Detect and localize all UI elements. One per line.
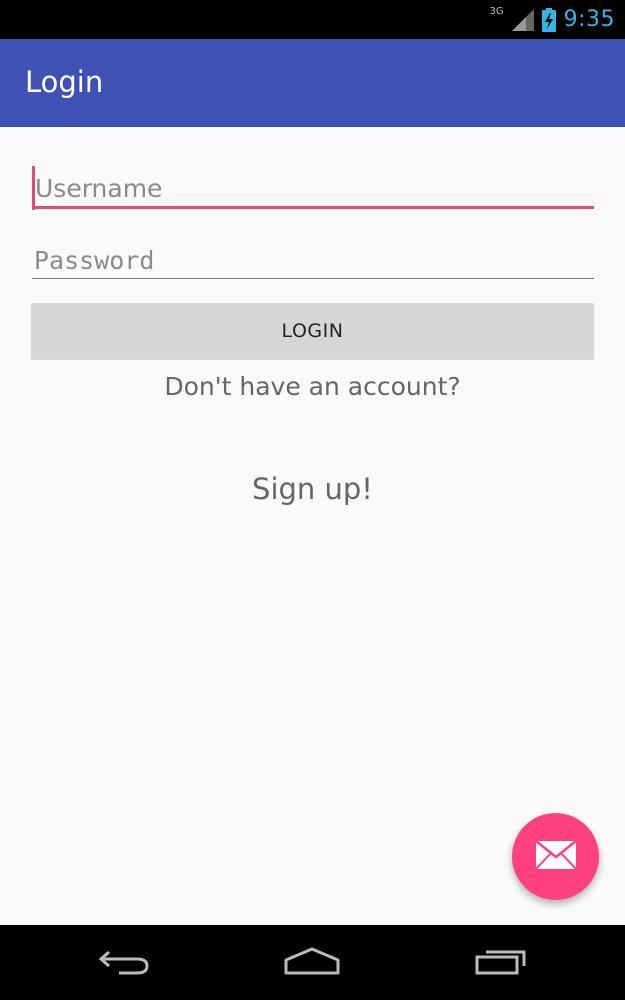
- signup-link[interactable]: Sign up!: [252, 472, 373, 506]
- email-fab-button[interactable]: [512, 813, 599, 900]
- navigation-bar: [0, 925, 625, 1000]
- signup-container: Sign up!: [0, 472, 625, 506]
- network-type-label: 3G: [489, 6, 504, 17]
- username-field-container: [32, 166, 594, 210]
- home-icon: [282, 946, 342, 980]
- signal-icon: [511, 8, 534, 31]
- login-screen: 3G 9:35 Login Username LOGIN Don't have …: [0, 0, 625, 1000]
- username-input[interactable]: [32, 166, 594, 210]
- app-bar: Login: [0, 39, 625, 127]
- login-button[interactable]: LOGIN: [31, 303, 594, 359]
- email-icon: [534, 839, 577, 873]
- recent-apps-icon: [474, 946, 530, 980]
- account-prompt: Don't have an account?: [164, 372, 461, 401]
- app-bar-title: Login: [25, 65, 104, 99]
- status-clock: 9:35: [563, 7, 615, 32]
- password-field-container: [32, 238, 594, 282]
- status-icons: 3G 9:35: [489, 0, 615, 39]
- back-button[interactable]: [65, 925, 185, 1000]
- recent-apps-button[interactable]: [442, 925, 562, 1000]
- home-button[interactable]: [252, 925, 372, 1000]
- back-icon: [97, 946, 153, 980]
- battery-charging-icon: [541, 7, 556, 32]
- status-bar: 3G 9:35: [0, 0, 625, 39]
- password-input[interactable]: [32, 238, 594, 282]
